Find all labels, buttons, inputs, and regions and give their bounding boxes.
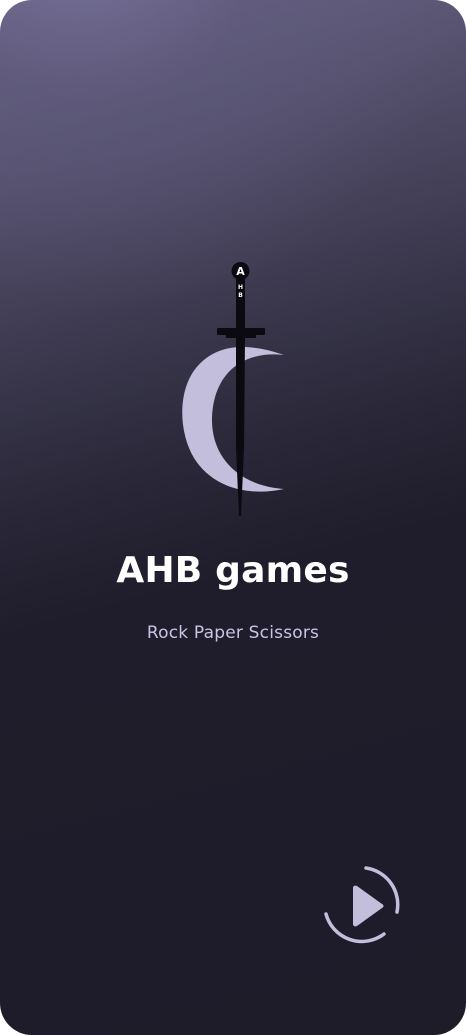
hilt-letter-h: H xyxy=(238,284,243,291)
app-title: AHB games xyxy=(116,550,350,591)
crescent-moon-shape xyxy=(182,346,284,492)
splash-screen: A H B AHB games Rock Paper Scissors xyxy=(0,0,466,1035)
play-button[interactable] xyxy=(318,862,404,948)
app-subtitle: Rock Paper Scissors xyxy=(146,623,320,643)
sword-crescent-logo: A H B xyxy=(178,258,290,520)
hilt-letter-b: B xyxy=(238,292,243,299)
hilt-letter-a: A xyxy=(236,265,245,278)
play-icon xyxy=(324,866,400,944)
